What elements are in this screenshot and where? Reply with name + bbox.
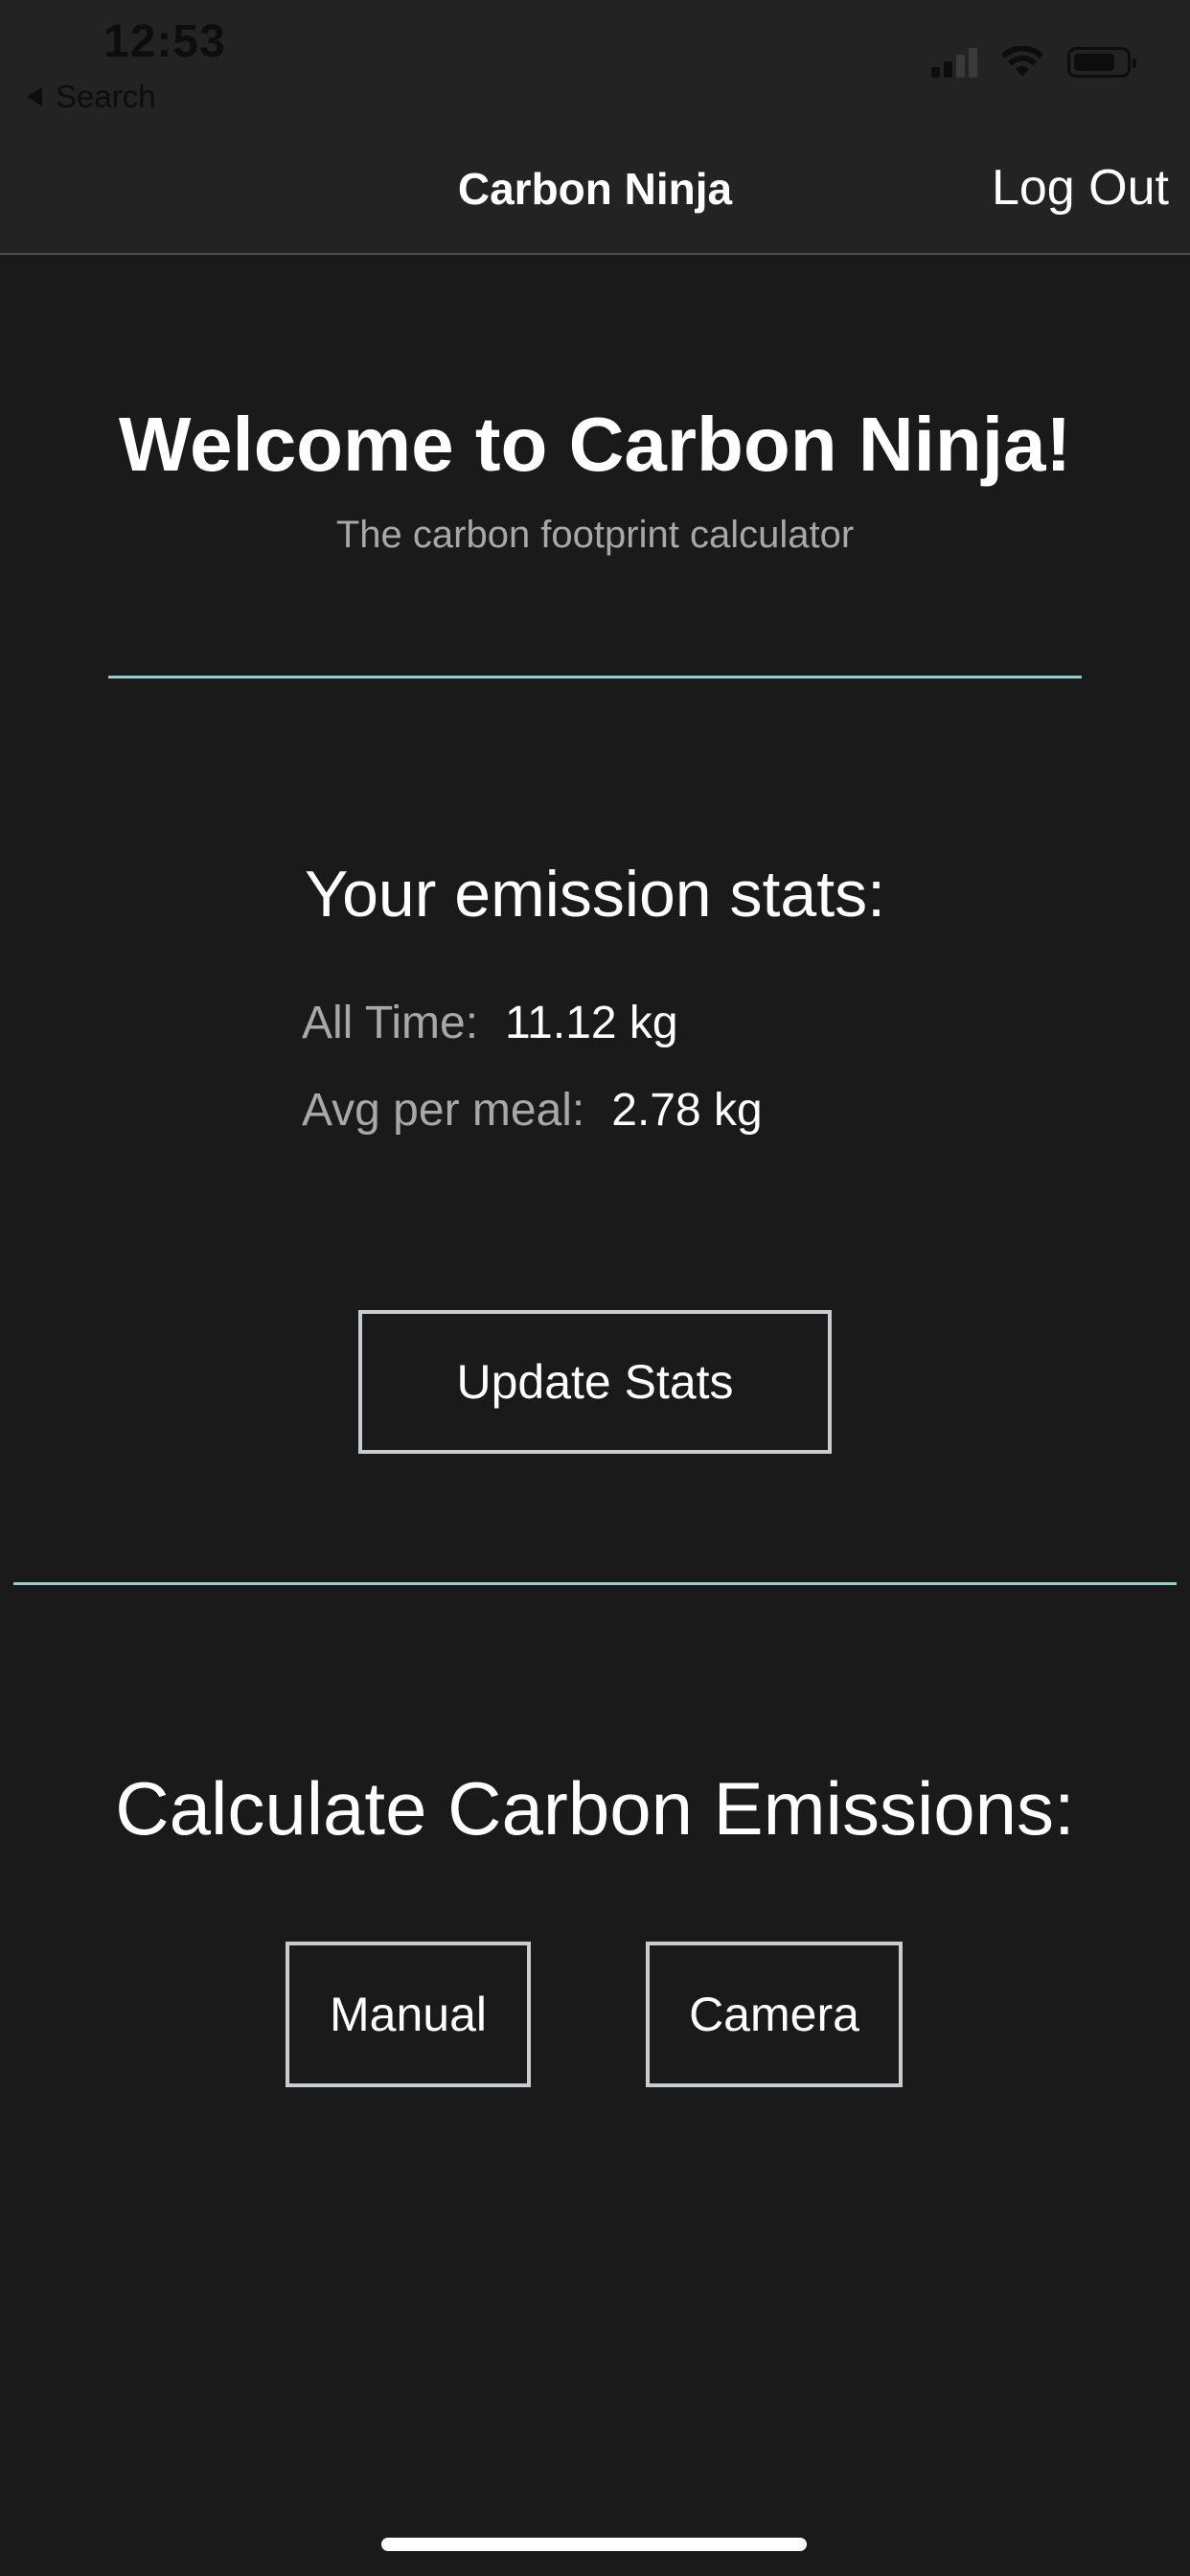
stat-value: 11.12 kg (505, 998, 678, 1048)
status-icons (931, 46, 1136, 79)
divider-top (108, 676, 1082, 678)
back-label: Search (56, 79, 156, 114)
stat-label: Avg per meal: (302, 1085, 585, 1136)
top-bar: 12:53 Search Carbon Ninja Log Out (0, 0, 1190, 255)
battery-icon (1067, 47, 1136, 78)
update-stats-button[interactable]: Update Stats (358, 1310, 832, 1454)
status-time: 12:53 (103, 16, 226, 67)
stat-row-avg-per-meal: Avg per meal: 2.78 kg (302, 1084, 763, 1137)
stat-row-all-time: All Time: 11.12 kg (302, 997, 678, 1049)
wifi-icon (1001, 46, 1043, 77)
stat-label: All Time: (302, 998, 479, 1048)
back-to-search-button[interactable]: Search (27, 79, 156, 115)
stat-value: 2.78 kg (611, 1085, 763, 1136)
calculate-title: Calculate Carbon Emissions: (115, 1766, 1075, 1851)
welcome-subtitle: The carbon footprint calculator (335, 514, 855, 556)
welcome-title: Welcome to Carbon Ninja! (118, 402, 1072, 487)
stats-title: Your emission stats: (305, 858, 885, 931)
manual-button[interactable]: Manual (286, 1942, 531, 2087)
back-arrow-icon (27, 87, 42, 106)
home-indicator[interactable] (381, 2538, 807, 2551)
signal-icon (931, 47, 977, 78)
camera-button[interactable]: Camera (646, 1942, 903, 2087)
divider-middle (13, 1582, 1177, 1585)
log-out-button[interactable]: Log Out (992, 159, 1169, 217)
